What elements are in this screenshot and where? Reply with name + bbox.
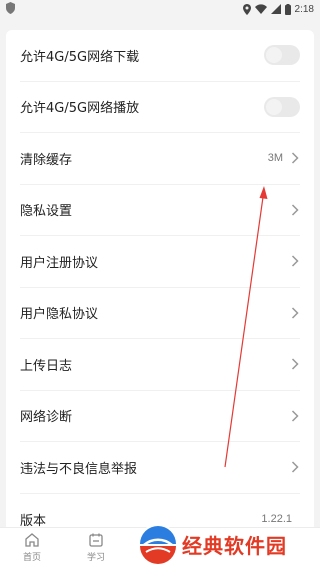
calendar-icon [89, 533, 103, 547]
cache-size-value: 3M [267, 152, 283, 165]
setting-row-clear-cache[interactable]: 清除缓存 3M [20, 133, 300, 185]
nav-study-label: 学习 [86, 553, 105, 563]
chevron-right-icon [291, 204, 299, 216]
nav-home[interactable]: 首页 [12, 532, 52, 563]
setting-label: 用户隐私协议 [20, 307, 99, 323]
setting-row-mobile-play[interactable]: 允许4G/5G网络播放 [20, 82, 300, 133]
setting-row-upload-log[interactable]: 上传日志 [20, 339, 300, 391]
watermark-logo-icon [138, 524, 178, 564]
setting-label: 隐私设置 [20, 204, 73, 220]
setting-label: 允许4G/5G网络下载 [20, 49, 140, 65]
watermark: 经典软件园 [132, 518, 320, 570]
setting-row-report[interactable]: 违法与不良信息举报 [20, 442, 300, 494]
chevron-right-icon [291, 255, 299, 267]
chevron-right-icon [291, 307, 299, 319]
status-time: 2:18 [294, 3, 314, 15]
signal-icon [270, 4, 281, 14]
setting-label: 允许4G/5G网络播放 [20, 101, 140, 117]
nav-home-label: 首页 [22, 553, 41, 563]
setting-label: 违法与不良信息举报 [20, 461, 138, 477]
setting-row-mobile-download[interactable]: 允许4G/5G网络下载 [20, 30, 300, 82]
battery-icon [284, 3, 291, 15]
settings-list: 允许4G/5G网络下载 允许4G/5G网络播放 清除缓存 3M 隐私设置 用户注… [6, 30, 314, 530]
chevron-right-icon [291, 461, 299, 473]
setting-row-privacy-settings[interactable]: 隐私设置 [20, 185, 300, 236]
setting-label: 上传日志 [20, 358, 73, 374]
home-icon [25, 533, 39, 547]
chevron-right-icon [291, 152, 299, 164]
chevron-right-icon [291, 358, 299, 370]
setting-row-privacy-policy[interactable]: 用户隐私协议 [20, 288, 300, 339]
nav-study[interactable]: 学习 [76, 532, 116, 563]
setting-row-user-agreement[interactable]: 用户注册协议 [20, 236, 300, 288]
setting-row-network-diagnosis[interactable]: 网络诊断 [20, 391, 300, 442]
setting-label: 网络诊断 [20, 410, 73, 426]
wifi-icon [254, 4, 267, 14]
mobile-play-toggle[interactable] [264, 96, 300, 117]
mobile-download-toggle[interactable] [264, 45, 300, 66]
location-icon [242, 3, 251, 15]
watermark-text: 经典软件园 [182, 534, 287, 558]
setting-label: 清除缓存 [20, 152, 73, 168]
status-indicators: 2:18 [242, 3, 314, 15]
chevron-right-icon [291, 410, 299, 422]
shield-icon [6, 2, 15, 14]
status-bar: 2:18 [0, 0, 320, 18]
setting-label: 用户注册协议 [20, 255, 99, 271]
